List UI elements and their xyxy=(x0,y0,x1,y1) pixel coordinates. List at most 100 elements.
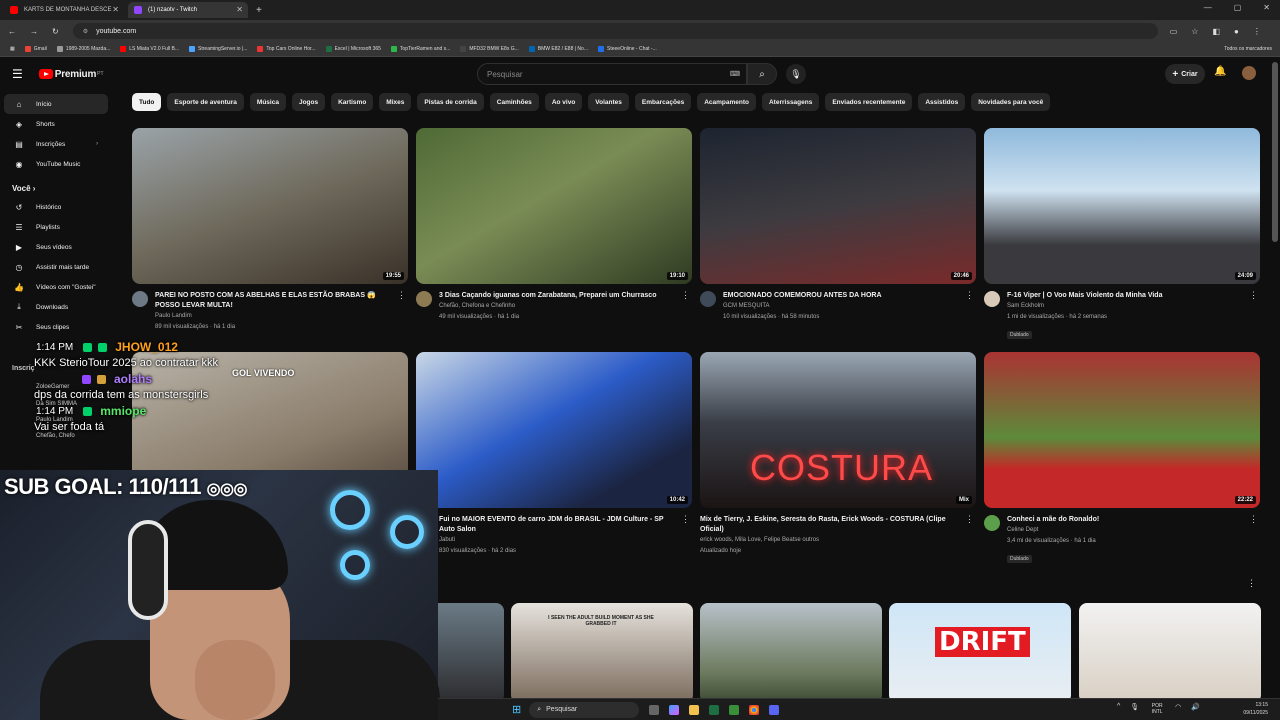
channel-name[interactable]: Celine Dept xyxy=(1007,525,1245,536)
video-title[interactable]: Conheci a mãe do Ronaldo! xyxy=(1007,515,1245,525)
sidebar-item-liked[interactable]: 👍 Vídeos com "Gostei" xyxy=(4,277,108,297)
minimize-icon[interactable]: — xyxy=(1204,3,1212,12)
chip[interactable]: Jogos xyxy=(291,93,326,111)
sidebar-item-music[interactable]: ◉ YouTube Music xyxy=(4,154,108,174)
url-field[interactable]: ⚙ youtube.com xyxy=(72,23,1158,39)
sidebar-item-playlists[interactable]: ☰ Playlists xyxy=(4,217,108,237)
chip[interactable]: Esporte de aventura xyxy=(167,93,244,111)
site-info-icon[interactable]: ⚙ xyxy=(83,28,88,35)
cast-icon[interactable]: ▭ xyxy=(1170,27,1178,36)
bookmark-item[interactable]: BMW E82 / E88 | No... xyxy=(528,46,588,52)
sidebar-item-shorts[interactable]: ◈ Shorts xyxy=(4,114,108,134)
reload-icon[interactable]: ↻ xyxy=(52,27,59,36)
hamburger-menu-icon[interactable]: ☰ xyxy=(12,67,23,81)
channel-name[interactable]: erick woods, Mila Love, Felipe Beatse ou… xyxy=(700,535,960,546)
chip[interactable]: Mixes xyxy=(379,93,412,111)
scrollbar[interactable] xyxy=(1272,62,1278,242)
channel-avatar[interactable] xyxy=(984,291,1000,307)
apps-icon[interactable]: ▦ xyxy=(10,46,15,52)
more-options-icon[interactable]: ⋮ xyxy=(965,514,974,525)
channel-name[interactable]: Jabuti xyxy=(439,535,677,546)
back-icon[interactable]: ← xyxy=(8,27,16,36)
video-thumbnail[interactable]: 19:55 xyxy=(132,128,408,284)
video-title[interactable]: F-16 Viper | O Voo Mais Violento da Minh… xyxy=(1007,291,1245,301)
bookmark-item[interactable]: Top Cars Online Hor... xyxy=(257,46,316,52)
account-avatar[interactable] xyxy=(1242,66,1256,80)
video-thumbnail[interactable]: 22:22 xyxy=(984,352,1260,508)
notifications-bell-icon[interactable]: 🔔 xyxy=(1214,66,1226,77)
chip[interactable]: Assistidos xyxy=(918,93,966,111)
bookmark-item[interactable]: StreamingServer.io |... xyxy=(189,46,247,52)
video-title[interactable]: PAREI NO POSTO COM AS ABELHAS E ELAS EST… xyxy=(155,291,393,311)
channel-name[interactable]: Sam Eckholm xyxy=(1007,301,1245,312)
video-card[interactable]: 19:10 3 Dias Caçando iguanas com Zarabat… xyxy=(416,128,692,323)
video-card[interactable]: COSTURA Mix Mix de Tierry, J. Eskine, Se… xyxy=(700,352,976,557)
video-title[interactable]: Fui no MAIOR EVENTO de carro JDM do BRAS… xyxy=(439,515,677,535)
channel-name[interactable]: GCM MESQUITA xyxy=(723,301,961,312)
extensions-icon[interactable]: ◧ xyxy=(1212,27,1220,36)
chip[interactable]: Pistas de corrida xyxy=(417,93,484,111)
sidebar-item-subscriptions[interactable]: ▤ Inscrições › xyxy=(4,134,108,154)
channel-avatar[interactable] xyxy=(416,291,432,307)
new-tab-icon[interactable]: + xyxy=(256,5,262,16)
forward-icon[interactable]: → xyxy=(30,27,38,36)
chip[interactable]: Volantes xyxy=(588,93,629,111)
video-thumbnail[interactable]: 19:10 xyxy=(416,128,692,284)
bookmark-item[interactable]: Excel | Microsoft 365 xyxy=(325,46,381,52)
chip[interactable]: Aterrissagens xyxy=(761,93,820,111)
sidebar-item-downloads[interactable]: ⤓ Downloads xyxy=(4,297,108,317)
wifi-icon[interactable]: ◠ xyxy=(1175,703,1181,715)
volume-icon[interactable]: 🔊 xyxy=(1191,703,1200,715)
sidebar-item-home[interactable]: ⌂ Início xyxy=(4,94,108,114)
video-title[interactable]: EMOCIONADO COMEMOROU ANTES DA HORA xyxy=(723,291,961,301)
chip[interactable]: Ao vivo xyxy=(544,93,583,111)
more-options-icon[interactable]: ⋮ xyxy=(681,290,690,301)
youtube-logo[interactable]: Premium PT xyxy=(38,69,104,80)
channel-avatar[interactable] xyxy=(700,291,716,307)
video-title[interactable]: 3 Dias Caçando iguanas com Zarabatana, P… xyxy=(439,291,677,301)
video-thumbnail[interactable]: 20:46 xyxy=(700,128,976,284)
copilot-icon[interactable] xyxy=(669,704,680,715)
browser-tab-youtube[interactable]: KARTS DE MONTANHA DESCE ✕ xyxy=(4,2,124,18)
browser-tab-twitch[interactable]: (1) nzaotv - Twitch ✕ xyxy=(128,2,248,18)
video-card[interactable]: 24:09 F-16 Viper | O Voo Mais Violento d… xyxy=(984,128,1260,341)
channel-avatar[interactable] xyxy=(984,515,1000,531)
keyboard-icon[interactable]: ⌨ xyxy=(730,70,740,78)
all-bookmarks[interactable]: Todos os marcadores xyxy=(1224,46,1272,52)
chrome-icon[interactable] xyxy=(749,704,760,715)
video-thumbnail[interactable]: COSTURA Mix xyxy=(700,352,976,508)
language-indicator[interactable]: POR INTL xyxy=(1149,703,1165,715)
sidebar-item-history[interactable]: ↺ Histórico xyxy=(4,197,108,217)
more-options-icon[interactable]: ⋮ xyxy=(397,290,406,301)
bookmark-item[interactable]: Gmail xyxy=(24,46,47,52)
bookmark-item[interactable]: LS Miata V2.0 Full B... xyxy=(120,46,179,52)
taskbar-search[interactable]: ⌕ Pesquisar xyxy=(529,701,640,718)
bookmark-item[interactable]: SteeeOnline - Chat -... xyxy=(598,46,657,52)
shorts-more-options-icon[interactable]: ⋮ xyxy=(1247,578,1256,589)
task-view-icon[interactable] xyxy=(649,704,660,715)
more-options-icon[interactable]: ⋮ xyxy=(681,514,690,525)
sidebar-item-watch-later[interactable]: ◷ Assistir mais tarde xyxy=(4,257,108,277)
bookmark-item[interactable]: TopTierRamen and s... xyxy=(390,46,450,52)
close-tab-icon[interactable]: ✕ xyxy=(112,5,119,14)
bookmark-item[interactable]: MFD32 BMW E8x G... xyxy=(460,46,519,52)
more-options-icon[interactable]: ⋮ xyxy=(1249,514,1258,525)
maximize-icon[interactable]: ▢ xyxy=(1234,3,1242,12)
channel-avatar[interactable] xyxy=(132,291,148,307)
app-icon[interactable] xyxy=(729,704,740,715)
bookmark-star-icon[interactable]: ☆ xyxy=(1191,27,1198,36)
discord-icon[interactable] xyxy=(769,704,780,715)
close-tab-icon[interactable]: ✕ xyxy=(236,5,243,14)
chip[interactable]: Kartismo xyxy=(331,93,374,111)
chip[interactable]: Enviados recentemente xyxy=(825,93,913,111)
chip-all[interactable]: Tudo xyxy=(132,93,162,111)
you-heading[interactable]: Você › xyxy=(12,184,118,193)
voice-search-button[interactable]: 🎙 xyxy=(786,64,806,84)
chip[interactable]: Novidades para você xyxy=(971,93,1051,111)
excel-icon[interactable] xyxy=(709,704,720,715)
create-button[interactable]: + Criar xyxy=(1165,64,1205,84)
more-options-icon[interactable]: ⋮ xyxy=(965,290,974,301)
short-thumbnail[interactable] xyxy=(700,603,882,703)
video-card[interactable]: 10:42 Fui no MAIOR EVENTO de carro JDM d… xyxy=(416,352,692,557)
video-card[interactable]: 22:22 Conheci a mãe do Ronaldo! Celine De… xyxy=(984,352,1260,565)
